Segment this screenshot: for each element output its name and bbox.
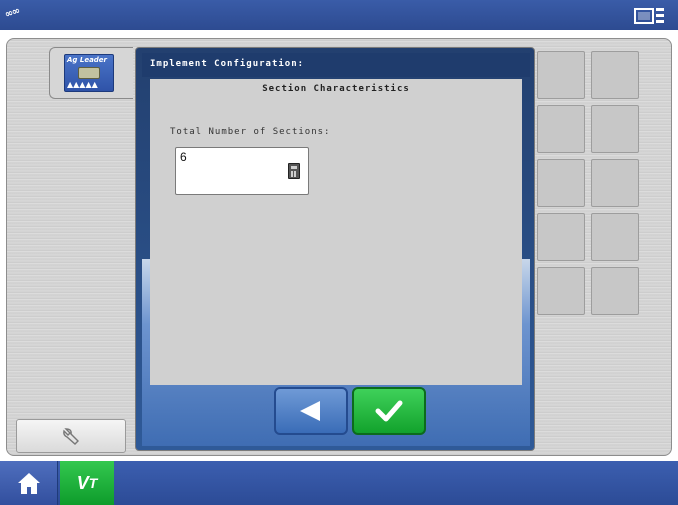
right-tile-grid: [537, 51, 643, 315]
grid-tile[interactable]: [537, 105, 585, 153]
dialog-body: Section Characteristics Total Number of …: [150, 79, 522, 385]
sections-number-input[interactable]: 6: [175, 147, 309, 195]
module-label: Ag Leader: [67, 56, 108, 64]
back-arrow-icon: [300, 401, 320, 421]
checkmark-icon: [375, 400, 403, 422]
home-icon: [17, 473, 40, 494]
ok-button[interactable]: [352, 387, 426, 435]
connector-icon: [78, 67, 100, 79]
vt-sub-label: T: [88, 475, 98, 491]
wrench-icon: [63, 428, 79, 445]
vt-button[interactable]: VT: [60, 461, 114, 505]
grid-tile[interactable]: [591, 213, 639, 261]
display-settings-icon[interactable]: [634, 6, 666, 26]
triangle-strip-icon: ▲▲▲▲▲: [67, 80, 98, 89]
left-column: Ag Leader ▲▲▲▲▲: [7, 39, 133, 457]
grid-tile[interactable]: [591, 51, 639, 99]
section-heading: Section Characteristics: [262, 84, 410, 94]
grid-tile[interactable]: [591, 159, 639, 207]
dialog-title: Implement Configuration:: [150, 59, 305, 69]
grid-tile[interactable]: [537, 267, 585, 315]
top-logo: ∞∞: [3, 5, 21, 21]
ag-leader-module-icon: Ag Leader ▲▲▲▲▲: [64, 54, 114, 92]
grid-tile[interactable]: [537, 51, 585, 99]
bottom-bar: VT: [0, 461, 678, 505]
grid-tile[interactable]: [537, 213, 585, 261]
ag-leader-module-tab[interactable]: Ag Leader ▲▲▲▲▲: [49, 47, 133, 99]
grid-tile[interactable]: [591, 105, 639, 153]
grid-tile[interactable]: [591, 267, 639, 315]
sections-field-label: Total Number of Sections:: [170, 127, 331, 137]
grid-tile[interactable]: [537, 159, 585, 207]
dialog-header: Implement Configuration:: [142, 53, 530, 77]
vt-label: V: [76, 472, 89, 493]
wrench-button[interactable]: [16, 419, 126, 453]
home-button[interactable]: [0, 461, 58, 505]
back-button[interactable]: [274, 387, 348, 435]
calculator-icon[interactable]: [288, 163, 300, 179]
sections-value: 6: [180, 150, 187, 164]
top-bar: ∞∞: [0, 0, 678, 30]
